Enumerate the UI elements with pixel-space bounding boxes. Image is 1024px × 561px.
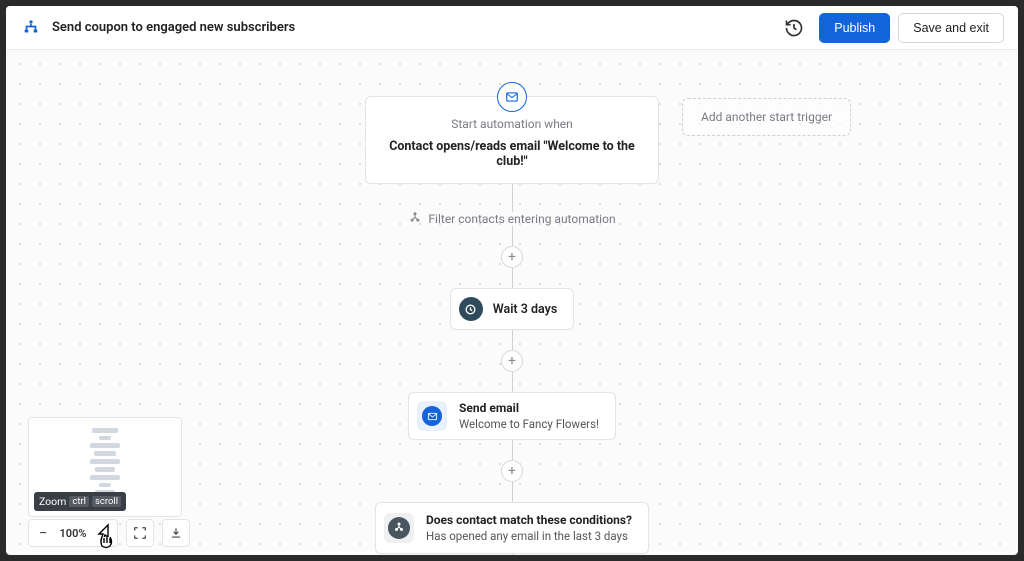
trigger-node[interactable]: Start automation when Contact opens/read…	[365, 96, 659, 184]
trigger-title: Contact opens/reads email "Welcome to th…	[378, 139, 646, 169]
minimap[interactable]: Zoom ctrl scroll	[28, 417, 182, 517]
automation-canvas[interactable]: Add another start trigger Start automati…	[6, 50, 1018, 555]
publish-button[interactable]: Publish	[819, 13, 890, 43]
filter-contacts-link[interactable]: Filter contacts entering automation	[408, 212, 615, 226]
kbd-ctrl: ctrl	[69, 496, 89, 507]
add-step-button[interactable]: +	[501, 460, 523, 482]
split-icon	[408, 212, 422, 226]
zoom-out-button[interactable]: −	[29, 519, 57, 547]
filter-label: Filter contacts entering automation	[428, 212, 615, 226]
download-button[interactable]	[162, 519, 190, 547]
zoom-in-button[interactable]: +	[89, 519, 117, 547]
mail-icon	[417, 401, 447, 431]
zoom-tooltip: Zoom ctrl scroll	[34, 492, 126, 511]
zoom-level: 100%	[57, 527, 89, 540]
kbd-scroll: scroll	[92, 496, 121, 507]
wait-label: Wait 3 days	[493, 302, 558, 317]
trigger-subtitle: Start automation when	[378, 117, 646, 131]
send-email-node[interactable]: Send email Welcome to Fancy Flowers!	[408, 392, 616, 440]
add-step-button[interactable]: +	[501, 350, 523, 372]
zoom-tip-label: Zoom	[39, 495, 66, 508]
clock-icon	[459, 297, 483, 321]
condition-node[interactable]: Does contact match these conditions? Has…	[375, 502, 649, 554]
fit-screen-button[interactable]	[126, 519, 154, 547]
mail-icon	[497, 82, 527, 112]
add-step-button[interactable]: +	[501, 246, 523, 268]
wait-node[interactable]: Wait 3 days	[450, 288, 575, 330]
condition-subtitle: Has opened any email in the last 3 days	[426, 529, 632, 543]
condition-title: Does contact match these conditions?	[426, 513, 632, 527]
page-title: Send coupon to engaged new subscribers	[52, 20, 295, 35]
workflow-icon	[20, 17, 42, 39]
email-node-title: Send email	[459, 401, 599, 415]
history-button[interactable]	[779, 13, 809, 43]
email-node-subtitle: Welcome to Fancy Flowers!	[459, 417, 599, 431]
save-exit-button[interactable]: Save and exit	[898, 13, 1004, 43]
branch-icon	[384, 513, 414, 543]
